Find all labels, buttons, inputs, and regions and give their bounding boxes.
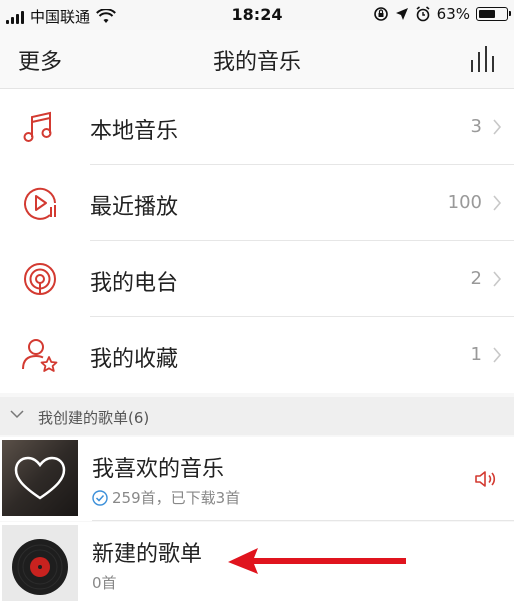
menu-item-my-favorites[interactable]: 我的收藏 1 bbox=[0, 317, 514, 393]
menu-item-recent-play[interactable]: 最近播放 100 bbox=[0, 165, 514, 241]
rotation-lock-icon bbox=[373, 7, 388, 21]
chevron-right-icon bbox=[493, 347, 502, 363]
now-playing-bars-icon[interactable] bbox=[468, 44, 498, 74]
playlist-cover bbox=[2, 440, 78, 516]
my-music-menu: 本地音乐 3 最近播放 100 我的电台 2 我的收藏 1 bbox=[0, 89, 514, 393]
playlist-meta: 259首，已下载3首 bbox=[92, 487, 240, 508]
playlist-sub: 259首，已下载3首 bbox=[112, 489, 241, 507]
playlist-name: 我喜欢的音乐 bbox=[92, 457, 225, 482]
status-bar: 中国联通 18:24 63% bbox=[0, 0, 514, 30]
playlist-name: 新建的歌单 bbox=[92, 542, 203, 567]
radio-icon bbox=[24, 263, 56, 295]
playlist-cover bbox=[2, 525, 78, 601]
divider bbox=[92, 520, 514, 521]
downloaded-check-icon bbox=[92, 489, 108, 506]
music-note-icon bbox=[23, 111, 52, 142]
playlist-sub: 0首 bbox=[92, 574, 117, 592]
playlist-meta: 0首 bbox=[92, 572, 117, 593]
section-title: 我创建的歌单(6) bbox=[38, 409, 150, 427]
menu-item-label: 我的收藏 bbox=[90, 347, 179, 372]
chevron-right-icon bbox=[493, 271, 502, 287]
chevron-right-icon bbox=[493, 119, 502, 135]
playlist-item-liked-music[interactable]: 我喜欢的音乐 259首，已下载3首 bbox=[0, 437, 514, 521]
menu-item-label: 最近播放 bbox=[90, 195, 179, 220]
menu-item-count: 2 bbox=[470, 268, 482, 289]
menu-item-count: 1 bbox=[470, 344, 482, 365]
chevron-down-icon bbox=[10, 410, 24, 419]
menu-item-label: 我的电台 bbox=[90, 271, 179, 296]
alarm-icon bbox=[416, 6, 430, 22]
vinyl-record-icon bbox=[12, 539, 68, 595]
chevron-right-icon bbox=[493, 195, 502, 211]
menu-item-count: 3 bbox=[470, 116, 482, 137]
location-icon bbox=[395, 8, 408, 20]
menu-item-label: 本地音乐 bbox=[90, 119, 179, 144]
recent-play-icon bbox=[24, 187, 56, 220]
status-right: 63% bbox=[373, 5, 511, 23]
menu-item-local-music[interactable]: 本地音乐 3 bbox=[0, 89, 514, 165]
nav-bar: 更多 我的音乐 bbox=[0, 30, 514, 89]
battery-icon bbox=[476, 7, 511, 21]
battery-percent: 63% bbox=[436, 5, 470, 23]
speaker-playing-icon bbox=[475, 471, 496, 487]
annotation-arrow bbox=[228, 548, 406, 574]
menu-item-my-radio[interactable]: 我的电台 2 bbox=[0, 241, 514, 317]
more-button[interactable]: 更多 bbox=[18, 44, 62, 76]
page-title: 我的音乐 bbox=[212, 50, 301, 75]
menu-item-count: 100 bbox=[447, 192, 482, 213]
created-playlists-header[interactable]: 我创建的歌单(6) bbox=[0, 397, 514, 435]
favorite-user-star-icon bbox=[22, 339, 58, 372]
